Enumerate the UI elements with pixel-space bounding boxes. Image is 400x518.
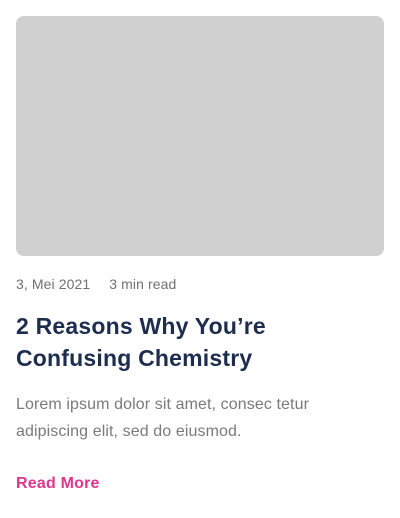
- article-meta: 3, Mei 2021 3 min read: [16, 276, 176, 292]
- article-title[interactable]: 2 Reasons Why You’re Confusing Chemistry: [16, 310, 376, 374]
- article-read-time: 3 min read: [109, 276, 177, 292]
- blog-card: 3, Mei 2021 3 min read 2 Reasons Why You…: [0, 0, 400, 518]
- read-more-link[interactable]: Read More: [16, 475, 100, 493]
- article-thumbnail[interactable]: [16, 16, 384, 256]
- article-excerpt: Lorem ipsum dolor sit amet, consec tetur…: [16, 396, 310, 440]
- article-date: 3, Mei 2021: [16, 276, 91, 292]
